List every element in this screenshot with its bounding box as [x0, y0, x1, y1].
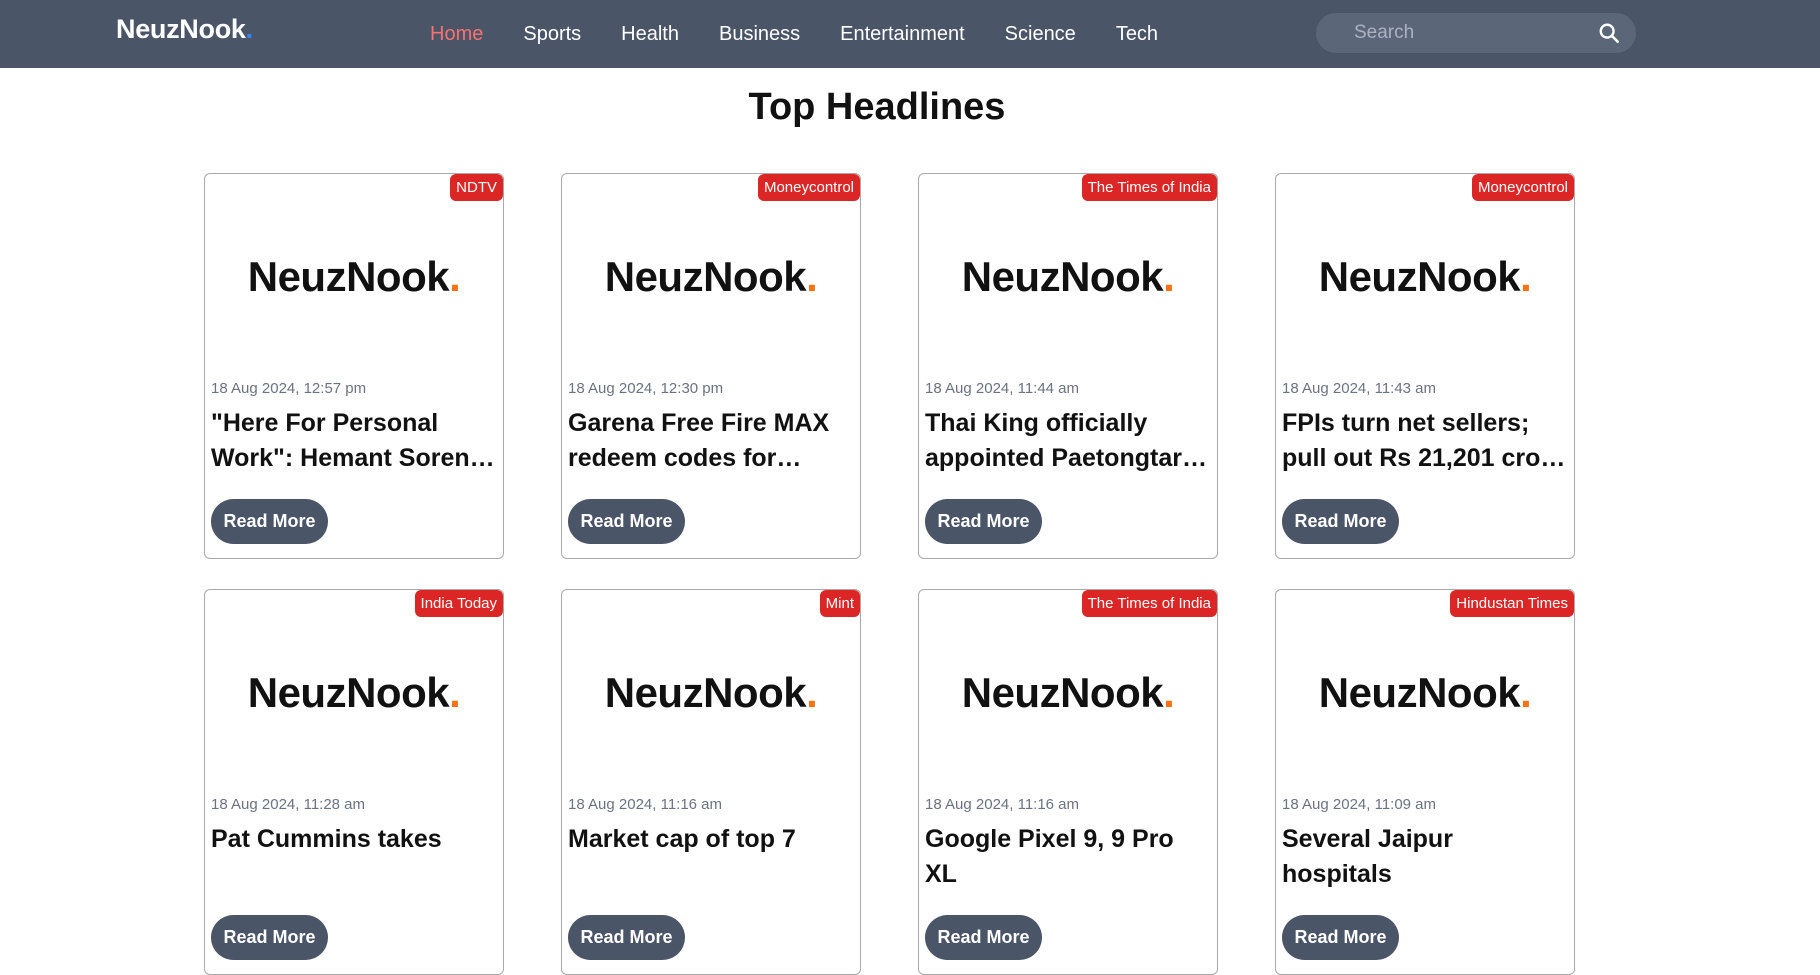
card-title: Garena Free Fire MAX redeem codes for… [568, 409, 830, 472]
logo-text: NeuzNook [961, 253, 1164, 300]
card-date: 18 Aug 2024, 11:43 am [1282, 380, 1437, 397]
headlines-grid: NDTV NeuzNook. 18 Aug 2024, 12:57 pm "He… [204, 173, 1575, 975]
card-date: 18 Aug 2024, 12:30 pm [568, 380, 724, 397]
card-image-logo: NeuzNook. [562, 669, 860, 717]
logo-text: NeuzNook [961, 669, 1164, 716]
news-card: Hindustan Times NeuzNook. 18 Aug 2024, 1… [1275, 589, 1575, 975]
card-date: 18 Aug 2024, 11:16 am [925, 796, 1080, 813]
card-title: Market cap of top 7 [568, 825, 796, 853]
news-card: The Times of India NeuzNook. 18 Aug 2024… [918, 173, 1218, 559]
brand-logo[interactable]: NeuzNook. [116, 14, 253, 45]
card-title: "Here For Personal Work": Hemant Soren… [211, 409, 495, 472]
nav-link-science[interactable]: Science [1005, 23, 1076, 46]
source-badge: Hindustan Times [1450, 590, 1574, 617]
card-image-logo: NeuzNook. [919, 669, 1217, 717]
card-image-logo: NeuzNook. [205, 669, 503, 717]
nav-link-entertainment[interactable]: Entertainment [840, 23, 965, 46]
read-more-button[interactable]: Read More [211, 499, 328, 544]
card-image-logo: NeuzNook. [1276, 253, 1574, 301]
card-date: 18 Aug 2024, 12:57 pm [211, 380, 367, 397]
card-title: Thai King officially appointed Paetongta… [925, 409, 1207, 472]
card-date: 18 Aug 2024, 11:28 am [211, 796, 366, 813]
logo-dot: . [1163, 669, 1175, 716]
brand-name: NeuzNook [116, 14, 246, 44]
logo-dot: . [806, 669, 818, 716]
card-image-logo: NeuzNook. [919, 253, 1217, 301]
nav-link-sports[interactable]: Sports [523, 23, 581, 46]
logo-dot: . [449, 253, 461, 300]
read-more-button[interactable]: Read More [211, 915, 328, 960]
source-badge: Moneycontrol [1471, 174, 1574, 201]
card-image-logo: NeuzNook. [205, 253, 503, 301]
logo-dot: . [1520, 669, 1532, 716]
read-more-button[interactable]: Read More [568, 499, 685, 544]
navbar: NeuzNook. Home Sports Health Business En… [0, 0, 1820, 68]
source-badge: Moneycontrol [757, 174, 860, 201]
logo-text: NeuzNook [1318, 253, 1521, 300]
read-more-button[interactable]: Read More [568, 915, 685, 960]
source-badge: India Today [414, 590, 503, 617]
card-date: 18 Aug 2024, 11:16 am [568, 796, 723, 813]
logo-dot: . [806, 253, 818, 300]
source-badge: The Times of India [1081, 174, 1217, 201]
read-more-button[interactable]: Read More [925, 499, 1042, 544]
news-card: Mint NeuzNook. 18 Aug 2024, 11:16 am Mar… [561, 589, 861, 975]
logo-text: NeuzNook [247, 253, 450, 300]
logo-text: NeuzNook [1318, 669, 1521, 716]
news-card: The Times of India NeuzNook. 18 Aug 2024… [918, 589, 1218, 975]
logo-dot: . [1163, 253, 1175, 300]
card-image-logo: NeuzNook. [1276, 669, 1574, 717]
source-badge: The Times of India [1081, 590, 1217, 617]
read-more-button[interactable]: Read More [925, 915, 1042, 960]
logo-text: NeuzNook [604, 669, 807, 716]
card-title: FPIs turn net sellers; pull out Rs 21,20… [1282, 409, 1566, 472]
read-more-button[interactable]: Read More [1282, 499, 1399, 544]
nav-link-health[interactable]: Health [621, 23, 679, 46]
news-card: Moneycontrol NeuzNook. 18 Aug 2024, 11:4… [1275, 173, 1575, 559]
search-box [1316, 13, 1636, 53]
source-badge: NDTV [450, 174, 503, 201]
search-input[interactable] [1352, 21, 1586, 45]
card-date: 18 Aug 2024, 11:44 am [925, 380, 1080, 397]
logo-text: NeuzNook [604, 253, 807, 300]
brand-dot: . [245, 14, 254, 44]
read-more-button[interactable]: Read More [1282, 915, 1399, 960]
card-date: 18 Aug 2024, 11:09 am [1282, 796, 1437, 813]
nav-link-tech[interactable]: Tech [1116, 23, 1158, 46]
nav-link-home[interactable]: Home [430, 23, 483, 46]
news-card: NDTV NeuzNook. 18 Aug 2024, 12:57 pm "He… [204, 173, 504, 559]
source-badge: Mint [819, 590, 860, 617]
logo-dot: . [449, 669, 461, 716]
news-card: Moneycontrol NeuzNook. 18 Aug 2024, 12:3… [561, 173, 861, 559]
news-card: India Today NeuzNook. 18 Aug 2024, 11:28… [204, 589, 504, 975]
nav-link-business[interactable]: Business [719, 23, 800, 46]
logo-text: NeuzNook [247, 669, 450, 716]
card-image-logo: NeuzNook. [562, 253, 860, 301]
nav-links: Home Sports Health Business Entertainmen… [430, 0, 1158, 68]
search-icon[interactable] [1598, 22, 1620, 49]
logo-dot: . [1520, 253, 1532, 300]
card-title: Pat Cummins takes [211, 825, 442, 853]
page-title: Top Headlines [748, 86, 1006, 128]
card-title: Several Jaipur hospitals [1282, 825, 1453, 888]
card-title: Google Pixel 9, 9 Pro XL [925, 825, 1174, 888]
